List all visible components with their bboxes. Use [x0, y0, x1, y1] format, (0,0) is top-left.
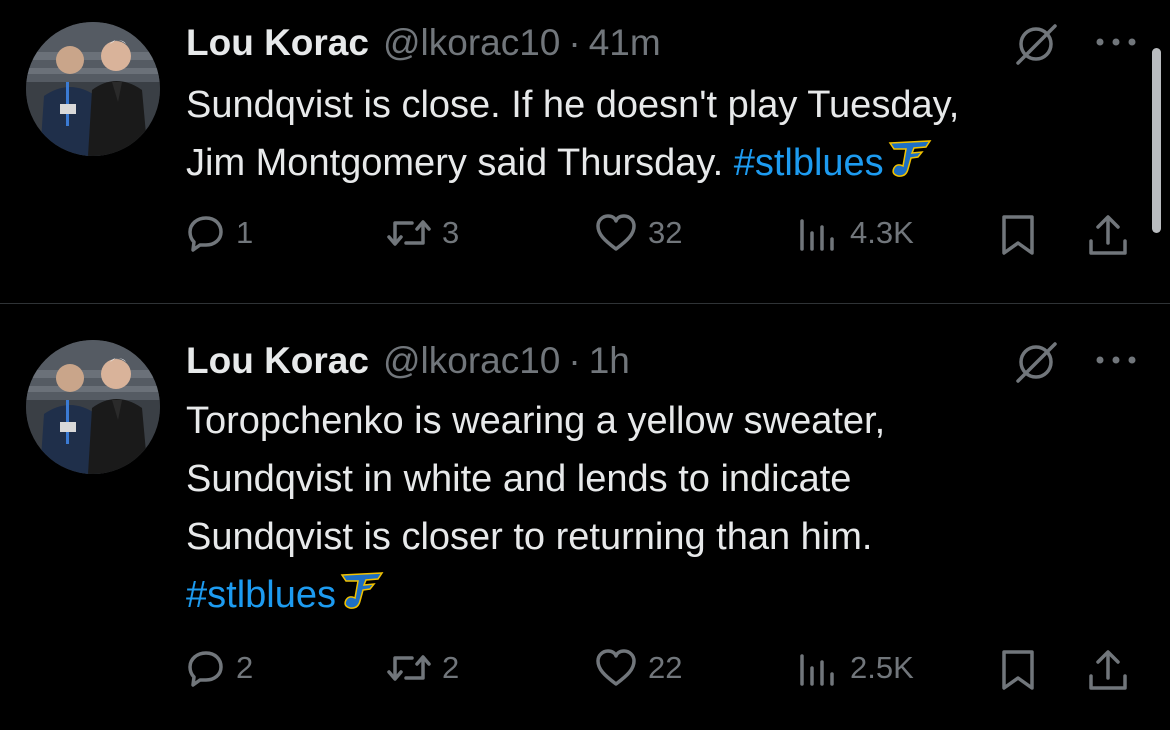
reply-button[interactable]: 2 — [186, 648, 253, 688]
reply-icon — [188, 651, 223, 687]
view-count: 2.5K — [850, 650, 914, 685]
tweet-2[interactable]: Lou Korac @lkorac10 · 1h Toropchenko is … — [0, 304, 1150, 730]
like-count: 32 — [648, 215, 683, 250]
share-icon — [1089, 650, 1127, 690]
grok-icon[interactable] — [1012, 338, 1060, 386]
like-icon — [596, 214, 636, 251]
retweet-count: 2 — [442, 650, 460, 685]
timestamp[interactable]: 41m — [589, 22, 661, 64]
share-button[interactable] — [1086, 648, 1130, 692]
tweet-1[interactable]: Lou Korac @lkorac10 · 41m Sundqvist is c… — [0, 0, 1150, 303]
retweet-count: 3 — [442, 215, 460, 250]
tweet-header: Lou Korac @lkorac10 · 1h — [186, 340, 630, 382]
author-handle[interactable]: @lkorac10 — [383, 340, 560, 382]
avatar-photo — [26, 22, 160, 156]
like-button[interactable]: 32 — [594, 213, 682, 253]
bookmark-button[interactable] — [998, 648, 1038, 692]
blues-note-logo-icon — [340, 572, 384, 609]
separator-dot: · — [568, 340, 581, 381]
views-button[interactable]: 4.3K — [796, 213, 914, 253]
tweet-text-line: Sundqvist is close. If he doesn't play T… — [186, 84, 960, 126]
reply-count: 1 — [236, 215, 254, 250]
tweet-header: Lou Korac @lkorac10 · 41m — [186, 22, 661, 64]
view-count: 4.3K — [850, 215, 914, 250]
avatar[interactable] — [26, 340, 160, 474]
tweet-actions: 2 2 22 2.5K — [186, 648, 1146, 698]
tweet-text: Sundqvist is close. If he doesn't play T… — [186, 76, 1136, 192]
more-icon[interactable] — [1094, 32, 1138, 52]
tweet-text-line-with-hashtag: Jim Montgomery said Thursday. #stlblues — [186, 134, 1136, 192]
reply-count: 2 — [236, 650, 254, 685]
tweet-text-line: Sundqvist is closer to returning than hi… — [186, 516, 873, 558]
like-button[interactable]: 22 — [594, 648, 682, 688]
retweet-button[interactable]: 2 — [386, 648, 459, 688]
bookmark-icon — [1002, 650, 1034, 690]
more-icon[interactable] — [1094, 350, 1138, 370]
grok-icon[interactable] — [1012, 20, 1060, 68]
tweet-actions: 1 3 32 4.3K — [186, 213, 1146, 263]
author-handle[interactable]: @lkorac10 — [383, 22, 560, 64]
hashtag-line: #stlblues — [186, 566, 1136, 624]
tweet-text: Toropchenko is wearing a yellow sweater,… — [186, 392, 1136, 624]
share-icon — [1089, 215, 1127, 255]
author-name[interactable]: Lou Korac — [186, 340, 369, 382]
timestamp[interactable]: 1h — [589, 340, 630, 382]
share-button[interactable] — [1086, 213, 1130, 257]
author-name[interactable]: Lou Korac — [186, 22, 369, 64]
tweet-text-line: Sundqvist in white and lends to indicate — [186, 458, 852, 500]
tweet-text-line: Toropchenko is wearing a yellow sweater, — [186, 400, 886, 442]
avatar-photo — [26, 340, 160, 474]
retweet-button[interactable]: 3 — [386, 213, 459, 253]
bookmark-icon — [1002, 215, 1034, 255]
avatar[interactable] — [26, 22, 160, 156]
hashtag-link[interactable]: #stlblues — [186, 574, 336, 616]
tweet-text-line: Jim Montgomery said Thursday. — [186, 142, 724, 184]
like-icon — [596, 649, 636, 686]
hashtag-link[interactable]: #stlblues — [734, 142, 884, 184]
retweet-icon — [387, 655, 431, 681]
like-count: 22 — [648, 650, 683, 685]
bookmark-button[interactable] — [998, 213, 1038, 257]
views-icon — [800, 219, 834, 251]
views-button[interactable]: 2.5K — [796, 648, 914, 688]
blues-note-logo-icon — [888, 140, 932, 177]
views-icon — [800, 654, 834, 686]
retweet-icon — [387, 220, 431, 246]
reply-button[interactable]: 1 — [186, 213, 253, 253]
scrollbar[interactable] — [1152, 48, 1161, 233]
separator-dot: · — [568, 22, 581, 63]
reply-icon — [188, 216, 223, 252]
